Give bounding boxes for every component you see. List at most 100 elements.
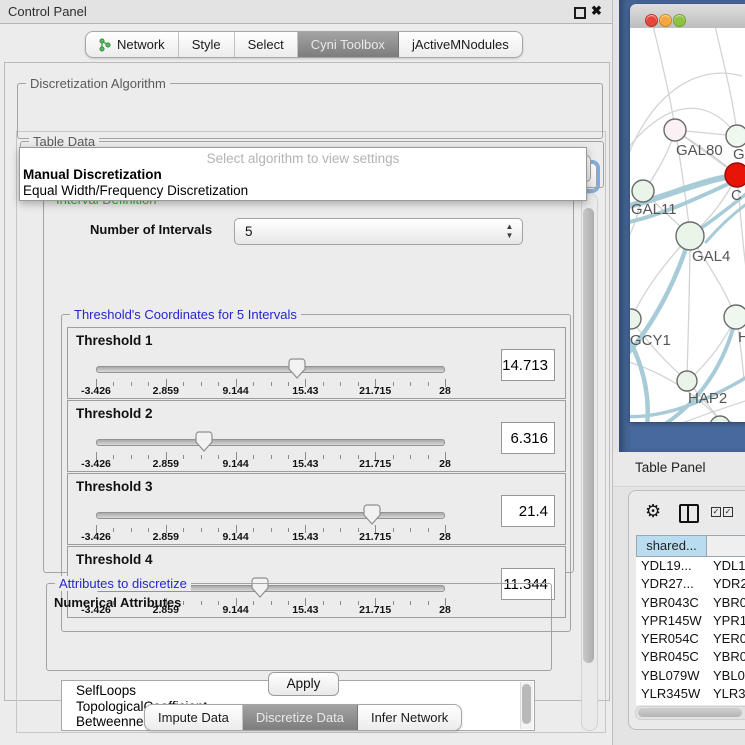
apply-button[interactable]: Apply [268, 672, 339, 696]
numerical-attributes-label: Numerical Attributes [54, 595, 181, 610]
checkbox-icon[interactable]: ✓ [711, 507, 721, 517]
threshold-4-label: Threshold 4 [76, 552, 153, 567]
option-manual-discretization[interactable]: Manual Discretization [23, 167, 162, 182]
table-cell[interactable]: YIL052C [636, 703, 707, 705]
close-icon[interactable]: ✖ [591, 3, 602, 19]
scale-label: 28 [439, 531, 451, 543]
zoom-traffic-light-icon[interactable] [673, 14, 686, 27]
network-graph: GAL80GACGAL11GAL4GCY1HHAP2 [630, 28, 745, 422]
table-cell[interactable]: YBR043C [636, 594, 707, 612]
threshold-1-value-field[interactable]: 14.713 [501, 349, 555, 381]
network-node[interactable] [724, 305, 745, 329]
threshold-3-value-field[interactable]: 21.4 [501, 495, 555, 527]
table-row[interactable]: YBR043CYBR043C [636, 594, 745, 612]
table-cell[interactable]: YIL052C [707, 703, 745, 705]
settings-scrollbar-thumb[interactable] [583, 208, 594, 663]
column-header-name[interactable]: name [707, 535, 745, 557]
table-cell[interactable]: YER054C [707, 630, 745, 648]
network-node[interactable] [725, 163, 745, 187]
table-cell[interactable]: YDR27... [707, 575, 745, 593]
tab-style[interactable]: Style [179, 32, 235, 57]
table-row[interactable]: YDL19...YDL19... [636, 557, 745, 575]
node-table-body[interactable]: YDL19...YDL19...YDR27...YDR27...YBR043CY… [636, 557, 745, 705]
network-node-label: GA [733, 146, 745, 163]
tab-discretize-data[interactable]: Discretize Data [243, 705, 358, 730]
table-cell[interactable]: YDL19... [707, 557, 745, 575]
table-row[interactable]: YLR345WYLR345W [636, 685, 745, 703]
table-cell[interactable]: YLR345W [707, 685, 745, 703]
network-node[interactable] [677, 371, 697, 391]
table-hscrollbar-thumb[interactable] [638, 708, 742, 717]
tab-jactivemnodules[interactable]: jActiveMNodules [399, 32, 522, 57]
scale-label: 2.859 [153, 385, 179, 397]
slider-scale: -3.4262.8599.14415.4321.71528 [96, 385, 445, 398]
threshold-1-slider[interactable] [96, 358, 445, 378]
table-horizontal-scrollbar[interactable] [635, 706, 745, 720]
network-window-titlebar[interactable] [630, 4, 745, 29]
table-row[interactable]: YIL052CYIL052C [636, 703, 745, 705]
network-node-label: GAL11 [631, 201, 677, 218]
number-of-intervals-combo[interactable]: 5 ▲▼ [234, 218, 523, 245]
scale-label: 2.859 [153, 531, 179, 543]
tab-infer-network[interactable]: Infer Network [358, 705, 461, 730]
network-node[interactable] [710, 416, 730, 422]
table-row[interactable]: YER054CYER054C [636, 630, 745, 648]
tab-network-label: Network [117, 32, 165, 57]
column-header-shared-name[interactable]: shared... [636, 535, 707, 557]
close-traffic-light-icon[interactable] [645, 14, 658, 27]
scale-label: 9.144 [222, 531, 248, 543]
settings-scrollbar[interactable] [581, 193, 598, 731]
control-panel: Control Panel ✖ Network Style Select Cyn… [0, 0, 613, 745]
network-node[interactable] [664, 119, 686, 141]
option-equal-width-frequency[interactable]: Equal Width/Frequency Discretization [23, 183, 248, 198]
control-panel-titlebar: Control Panel ✖ [0, 0, 612, 24]
table-cell[interactable]: YBL079W [707, 667, 745, 685]
table-cell[interactable]: YPR145W [707, 612, 745, 630]
table-row[interactable]: YBL079WYBL079W [636, 667, 745, 685]
network-nodes[interactable]: GAL80GACGAL11GAL4GCY1HHAP2 [630, 119, 745, 422]
float-window-icon[interactable] [574, 7, 586, 19]
table-cell[interactable]: YLR345W [636, 685, 707, 703]
number-of-intervals-value: 5 [245, 219, 253, 244]
table-row[interactable]: YDR27...YDR27... [636, 575, 745, 593]
table-row[interactable]: YPR145WYPR145W [636, 612, 745, 630]
threshold-2-value-field[interactable]: 6.316 [501, 422, 555, 454]
columns-icon[interactable] [679, 504, 699, 523]
tab-network[interactable]: Network [86, 32, 179, 57]
checkbox-icon[interactable]: ✓ [723, 507, 733, 517]
list-scrollbar-thumb[interactable] [522, 684, 531, 724]
tab-cyni-toolbox[interactable]: Cyni Toolbox [298, 32, 399, 57]
scale-label: -3.426 [81, 531, 111, 543]
tab-impute-data[interactable]: Impute Data [145, 705, 243, 730]
slider-thumb[interactable] [363, 504, 381, 525]
slider-thumb[interactable] [288, 358, 306, 379]
table-cell[interactable]: YDL19... [636, 557, 707, 575]
table-cell[interactable]: YBL079W [636, 667, 707, 685]
minimize-traffic-light-icon[interactable] [659, 14, 672, 27]
network-view-window[interactable]: GAL80GACGAL11GAL4GCY1HHAP2 [630, 4, 745, 422]
table-cell[interactable]: YDR27... [636, 575, 707, 593]
threshold-2-slider[interactable] [96, 431, 445, 451]
table-cell[interactable]: YBR045C [707, 648, 745, 666]
network-canvas[interactable]: GAL80GACGAL11GAL4GCY1HHAP2 [630, 28, 745, 422]
app-root: Control Panel ✖ Network Style Select Cyn… [0, 0, 745, 745]
network-node[interactable] [676, 222, 704, 250]
threshold-2-box: Threshold 2 -3.4262.8599.14415.4321.7152… [67, 400, 566, 472]
list-scrollbar[interactable] [520, 682, 533, 729]
network-node-label: GAL4 [692, 248, 730, 265]
slider-thumb[interactable] [195, 431, 213, 452]
gear-icon[interactable]: ⚙ [645, 502, 661, 520]
network-node[interactable] [632, 180, 654, 202]
network-node[interactable] [630, 309, 641, 329]
attributes-group: Attributes to discretize Numerical Attri… [46, 583, 552, 671]
scale-label: 2.859 [153, 458, 179, 470]
control-panel-tabs: Network Style Select Cyni Toolbox jActiv… [85, 31, 523, 58]
table-cell[interactable]: YER054C [636, 630, 707, 648]
threshold-3-slider[interactable] [96, 504, 445, 524]
network-node[interactable] [726, 125, 745, 147]
table-cell[interactable]: YPR145W [636, 612, 707, 630]
table-cell[interactable]: YBR043C [707, 594, 745, 612]
tab-select[interactable]: Select [235, 32, 298, 57]
table-row[interactable]: YBR045CYBR045C [636, 648, 745, 666]
table-cell[interactable]: YBR045C [636, 648, 707, 666]
